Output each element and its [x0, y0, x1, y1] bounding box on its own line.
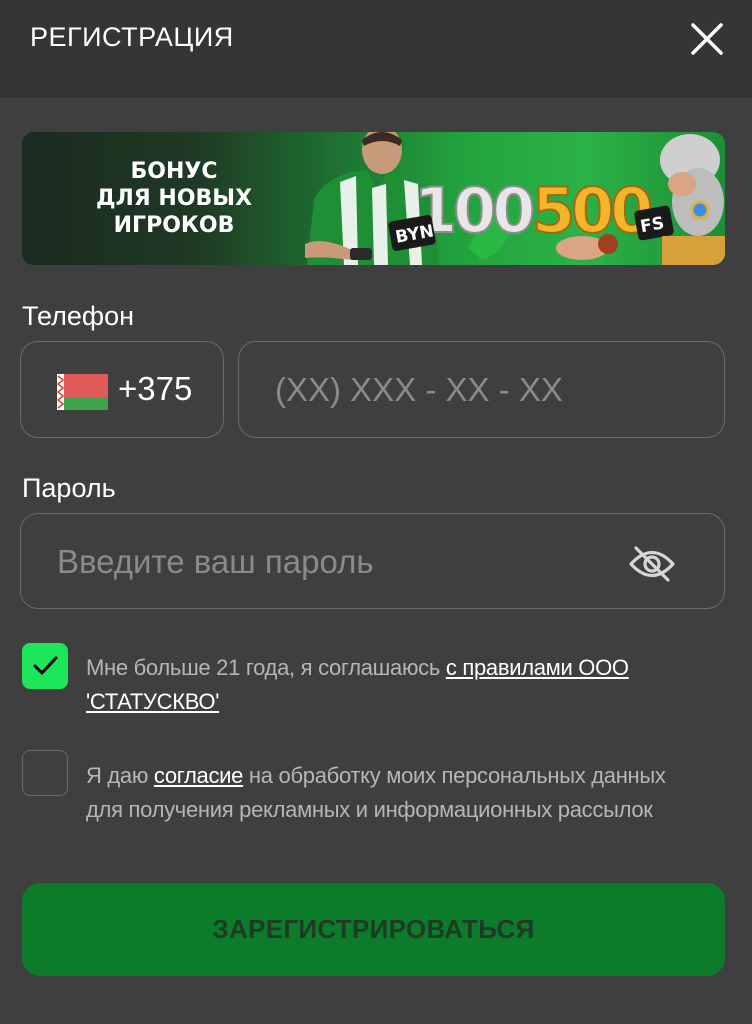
modal-title: РЕГИСТРАЦИЯ	[30, 22, 234, 52]
close-button[interactable]	[686, 18, 728, 60]
bonus-banner[interactable]: 100 BYN 500 FS БОНУС ДЛЯ НОВЫХ ИГРОКОВ	[22, 132, 725, 265]
country-code: +375	[118, 370, 193, 407]
banner-line-2: ДЛЯ НОВЫХ	[95, 186, 253, 211]
password-input[interactable]	[57, 540, 597, 584]
marketing-consent-text: Я даю согласие на обработку моих персона…	[86, 759, 696, 827]
marketing-consent-checkbox[interactable]	[22, 750, 68, 796]
bonus-amount-500: 500	[532, 174, 651, 247]
banner-line-1: БОНУС	[130, 159, 218, 184]
banner-headline: БОНУС ДЛЯ НОВЫХ ИГРОКОВ	[74, 158, 274, 239]
banner-line-3: ИГРОКОВ	[113, 213, 235, 238]
free-spins-badge: FS	[639, 213, 666, 237]
password-label: Пароль	[22, 473, 116, 503]
consent-link[interactable]: согласие	[154, 763, 244, 788]
eye-off-icon[interactable]	[627, 543, 677, 583]
phone-field[interactable]	[238, 341, 725, 438]
phone-input[interactable]	[275, 368, 695, 412]
marketing-consent-label-start: Я даю	[86, 763, 154, 788]
checkmark-icon	[33, 656, 58, 675]
age-consent-checkbox[interactable]	[22, 643, 68, 689]
belarus-flag-icon	[57, 374, 108, 410]
password-field[interactable]	[20, 513, 725, 609]
age-consent-label: Мне больше 21 года, я соглашаюсь	[86, 655, 446, 680]
modal-header: РЕГИСТРАЦИЯ	[0, 0, 752, 98]
phone-label: Телефон	[22, 301, 135, 331]
country-code-select[interactable]: +375	[20, 341, 224, 438]
close-icon	[691, 23, 723, 55]
age-consent-text: Мне больше 21 года, я соглашаюсь с прави…	[86, 651, 696, 719]
register-button[interactable]: ЗАРЕГИСТРИРОВАТЬСЯ	[22, 883, 725, 976]
